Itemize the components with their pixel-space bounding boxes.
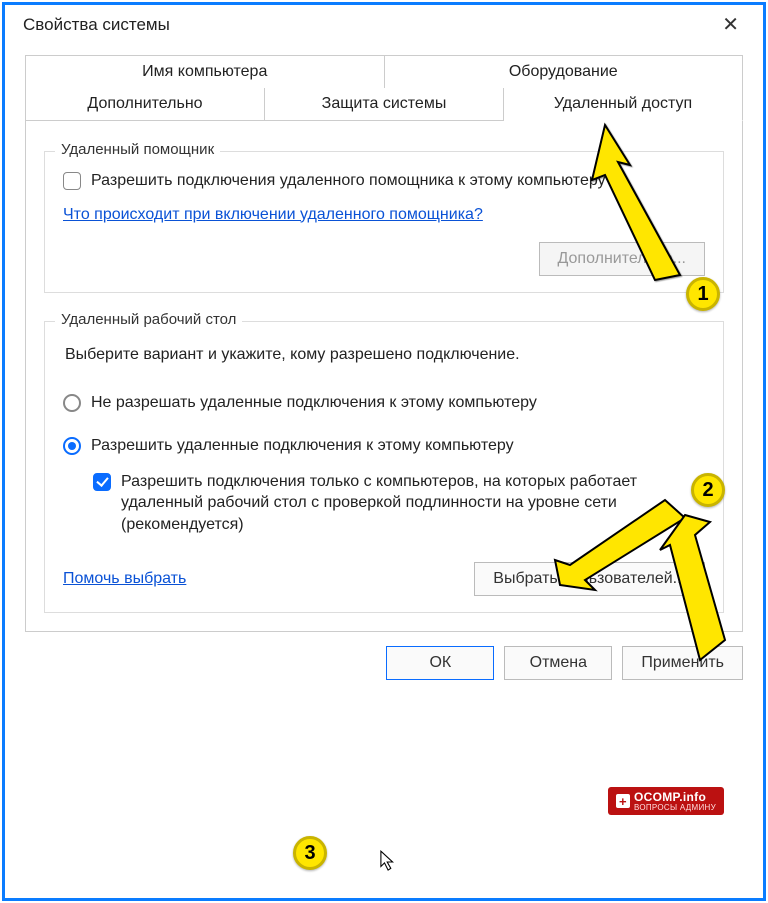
annotation-badge-3: 3 bbox=[293, 836, 327, 870]
annotation-badge-2: 2 bbox=[691, 473, 725, 507]
radio-dont-allow[interactable] bbox=[63, 394, 81, 412]
remote-assist-help-link[interactable]: Что происходит при включении удаленного … bbox=[63, 206, 483, 223]
allow-remote-assist-label: Разрешить подключения удаленного помощни… bbox=[91, 170, 606, 192]
tab-advanced[interactable]: Дополнительно bbox=[25, 88, 265, 121]
watermark-main: OCOMP.info bbox=[634, 790, 706, 804]
tab-hardware[interactable]: Оборудование bbox=[385, 55, 744, 88]
annotation-arrow-2b bbox=[630, 510, 740, 670]
cursor-icon bbox=[380, 850, 398, 874]
group-title-remote-desktop: Удаленный рабочий стол bbox=[55, 311, 242, 328]
plus-icon: + bbox=[616, 794, 630, 808]
tab-remote[interactable]: Удаленный доступ bbox=[504, 88, 743, 121]
cancel-button[interactable]: Отмена bbox=[504, 646, 612, 680]
radio-dont-allow-label: Не разрешать удаленные подключения к это… bbox=[91, 392, 537, 414]
remote-desktop-desc: Выберите вариант и укажите, кому разреше… bbox=[65, 346, 705, 364]
tab-system-protection[interactable]: Защита системы bbox=[265, 88, 504, 121]
watermark-sub: ВОПРОСЫ АДМИНУ bbox=[634, 803, 716, 812]
help-choose-link[interactable]: Помочь выбрать bbox=[63, 570, 186, 588]
radio-allow-label: Разрешить удаленные подключения к этому … bbox=[91, 435, 514, 457]
annotation-badge-1: 1 bbox=[686, 277, 720, 311]
allow-remote-assist-checkbox[interactable] bbox=[63, 172, 81, 190]
watermark: + OCOMP.info ВОПРОСЫ АДМИНУ bbox=[608, 787, 724, 815]
tab-computer-name[interactable]: Имя компьютера bbox=[25, 55, 385, 88]
window-title: Свойства системы bbox=[23, 15, 170, 35]
ok-button[interactable]: ОК bbox=[386, 646, 494, 680]
radio-allow[interactable] bbox=[63, 437, 81, 455]
close-icon[interactable]: ✕ bbox=[714, 15, 747, 35]
group-title-remote-assist: Удаленный помощник bbox=[55, 141, 220, 158]
tabs: Имя компьютера Оборудование Дополнительн… bbox=[25, 55, 743, 121]
nla-checkbox[interactable] bbox=[93, 473, 111, 491]
